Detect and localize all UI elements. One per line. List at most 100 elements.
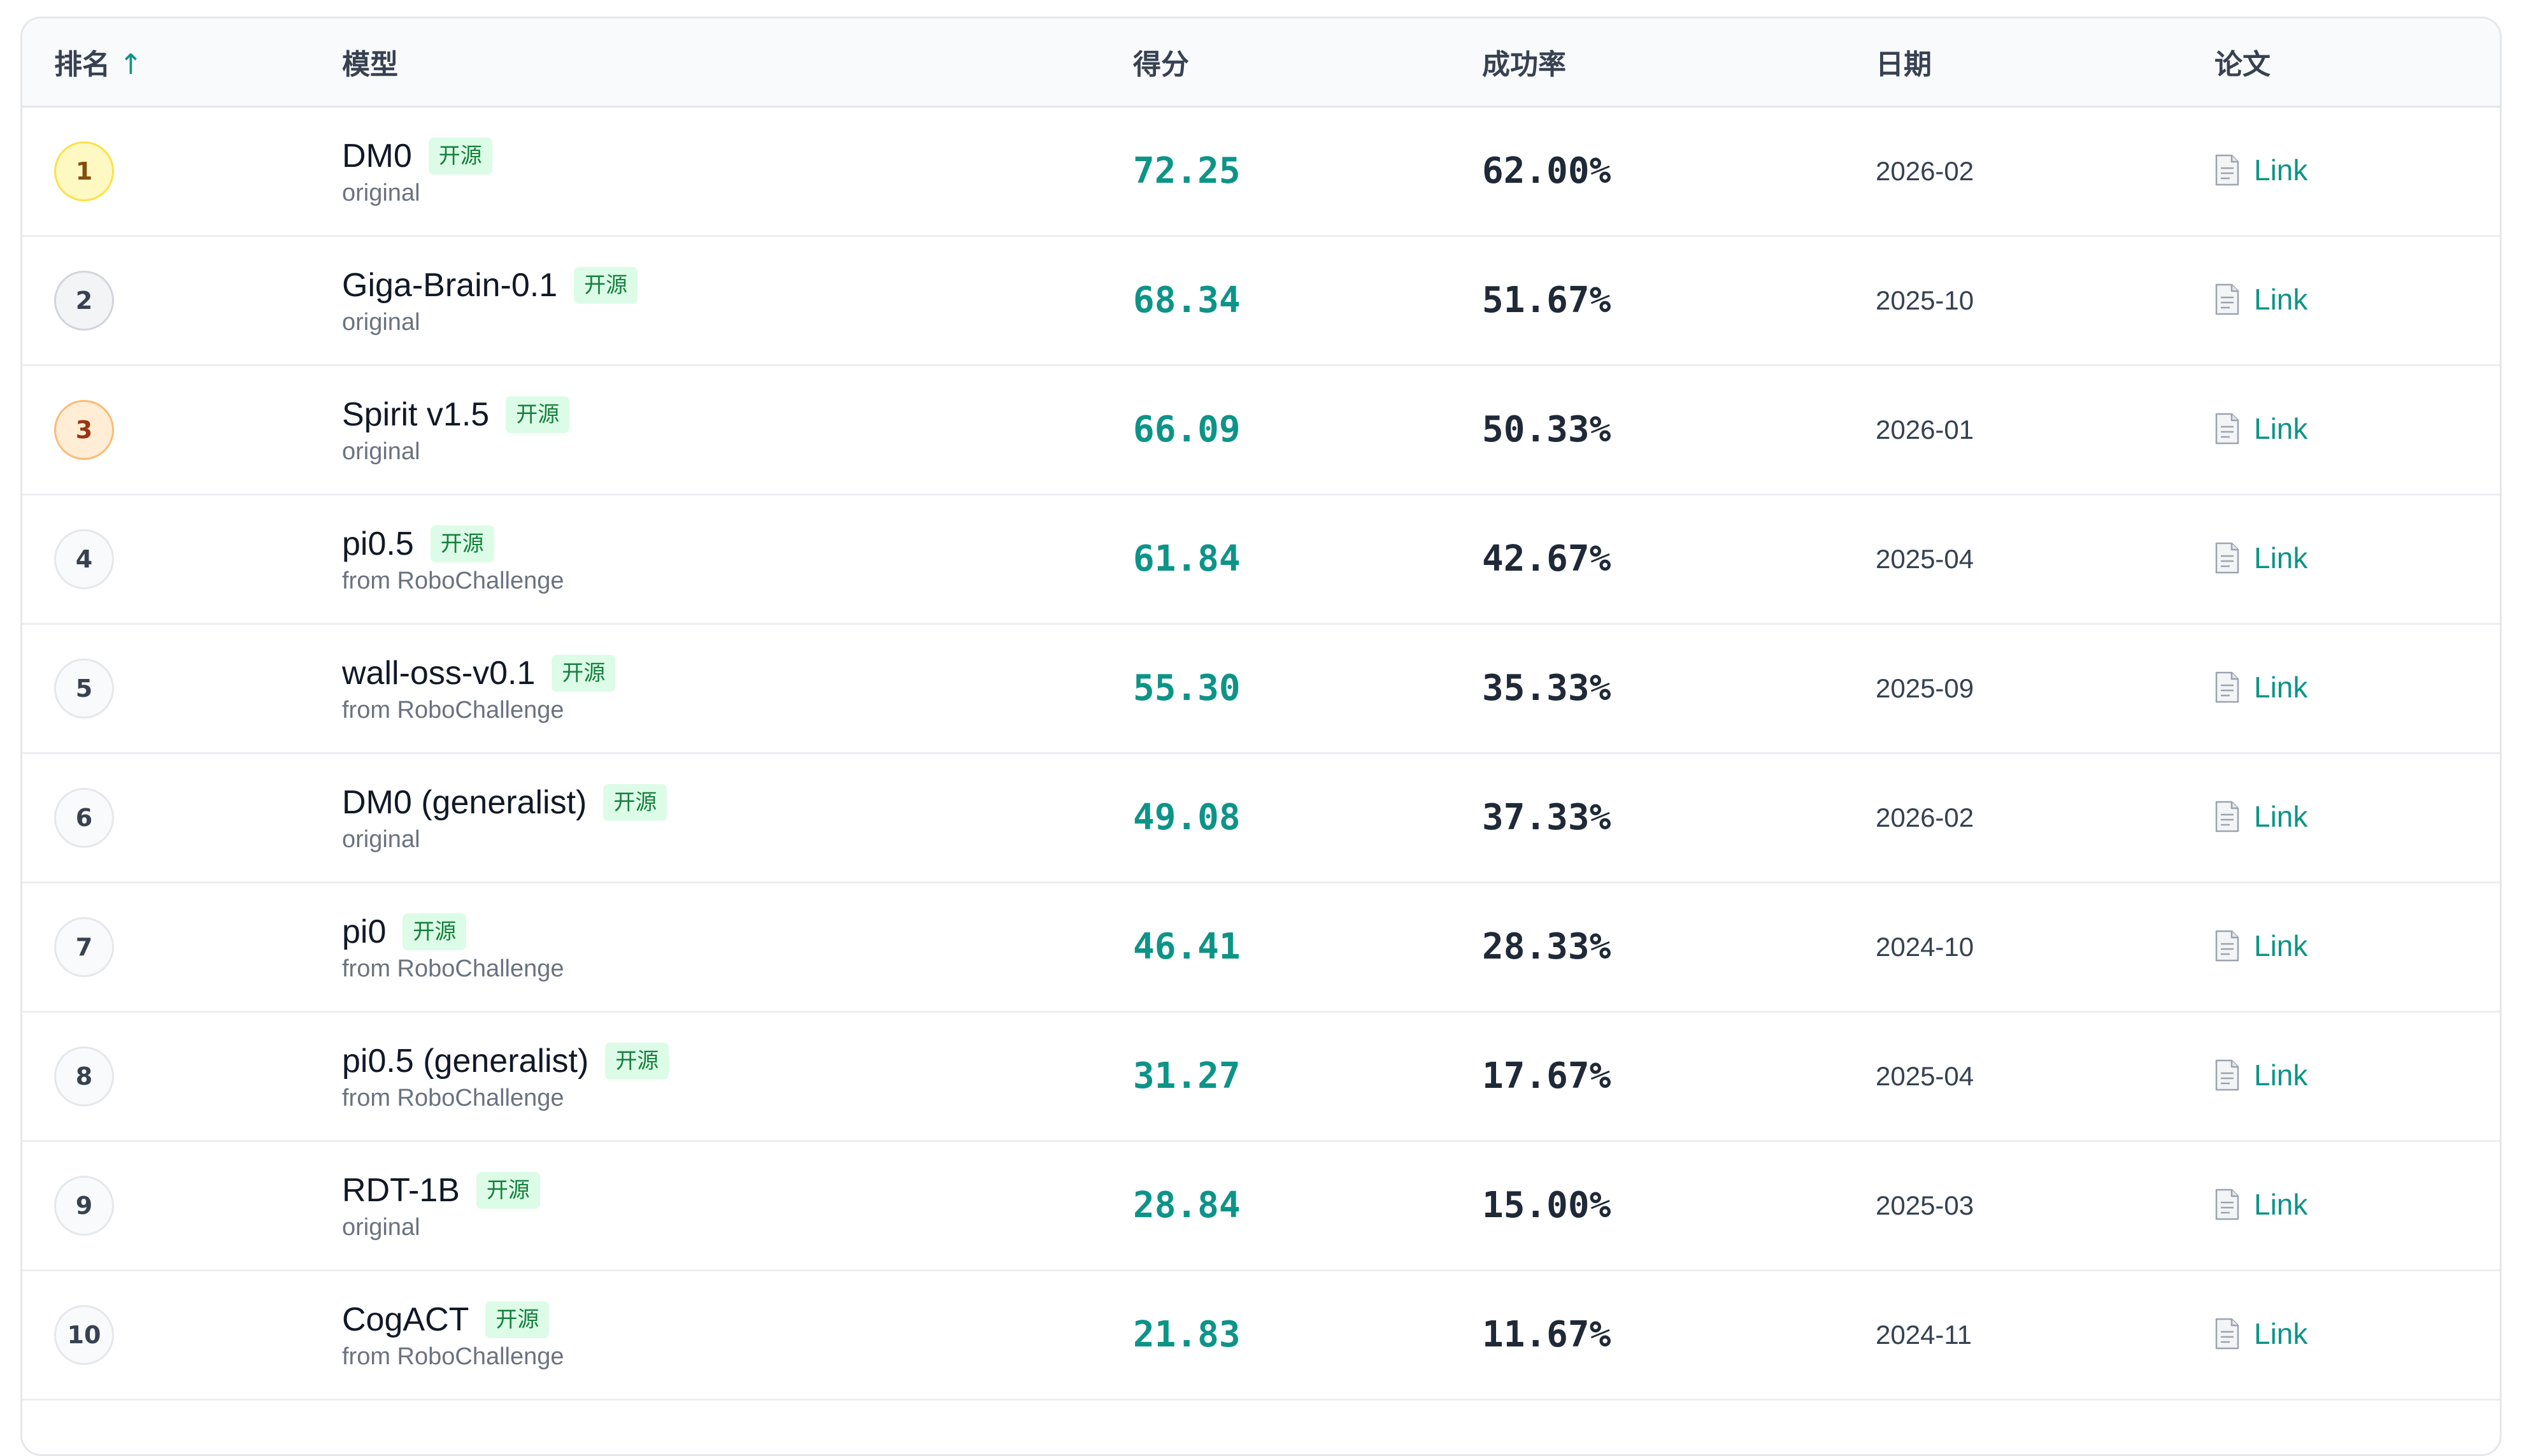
table-row: 7 pi0 开源 from RoboChallenge 46.41 28.33%… bbox=[22, 882, 2500, 1011]
paper-link-label: Link bbox=[2254, 929, 2308, 962]
model-source: original bbox=[342, 180, 420, 206]
table-body: 1 DM0 开源 original 72.25 62.00% 2026-02 L… bbox=[22, 106, 2500, 1399]
score-cell: 55.30 bbox=[1133, 624, 1482, 753]
model-cell: pi0 开源 from RoboChallenge bbox=[342, 882, 1133, 1011]
document-icon bbox=[2215, 930, 2239, 962]
paper-link-label: Link bbox=[2254, 412, 2308, 445]
score-cell: 28.84 bbox=[1133, 1141, 1482, 1270]
paper-cell: Link bbox=[2214, 1011, 2500, 1141]
success-rate-value: 15.00% bbox=[1482, 1185, 1611, 1226]
header-success-rate[interactable]: 成功率 bbox=[1482, 18, 1876, 106]
paper-link[interactable]: Link bbox=[2214, 670, 2307, 704]
model-line: RDT-1B 开源 bbox=[342, 1169, 1133, 1211]
model-source: from RoboChallenge bbox=[342, 1085, 564, 1111]
document-icon bbox=[2215, 1188, 2239, 1220]
success-rate-value: 28.33% bbox=[1482, 926, 1611, 967]
paper-link[interactable]: Link bbox=[2214, 1317, 2307, 1351]
model-source: original bbox=[342, 1214, 420, 1241]
rank-cell: 3 bbox=[22, 365, 342, 494]
model-name: DM0 bbox=[342, 138, 412, 175]
table-row: 3 Spirit v1.5 开源 original 66.09 50.33% 2… bbox=[22, 365, 2500, 494]
model-line: DM0 开源 bbox=[342, 135, 1133, 177]
document-icon bbox=[2215, 1318, 2239, 1350]
paper-link[interactable]: Link bbox=[2214, 799, 2307, 834]
table-row: 8 pi0.5 (generalist) 开源 from RoboChallen… bbox=[22, 1011, 2500, 1141]
header-rank[interactable]: 排名 ↑ bbox=[22, 18, 342, 106]
rank-badge: 4 bbox=[54, 529, 114, 589]
open-source-badge: 开源 bbox=[574, 267, 638, 304]
rank-cell: 5 bbox=[22, 624, 342, 753]
model-line: pi0.5 开源 bbox=[342, 523, 1133, 565]
header-date[interactable]: 日期 bbox=[1876, 18, 2214, 106]
paper-link[interactable]: Link bbox=[2214, 929, 2307, 963]
paper-cell: Link bbox=[2214, 365, 2500, 494]
date-cell: 2024-10 bbox=[1876, 882, 2214, 1011]
model-source: from RoboChallenge bbox=[342, 1343, 564, 1370]
success-rate-cell: 28.33% bbox=[1482, 882, 1876, 1011]
score-value: 66.09 bbox=[1133, 409, 1241, 450]
rank-badge: 2 bbox=[54, 270, 114, 331]
open-source-badge: 开源 bbox=[428, 138, 492, 175]
rank-cell: 7 bbox=[22, 882, 342, 1011]
document-icon bbox=[2215, 542, 2239, 574]
model-line: Spirit v1.5 开源 bbox=[342, 394, 1133, 436]
paper-link[interactable]: Link bbox=[2214, 411, 2307, 446]
model-source: from RoboChallenge bbox=[342, 697, 564, 724]
leaderboard-table: 排名 ↑ 模型 得分 成功率 日期 论文 1 DM0 开源 original 7 2… bbox=[22, 18, 2500, 1401]
table-row: 4 pi0.5 开源 from RoboChallenge 61.84 42.6… bbox=[22, 494, 2500, 624]
model-line: pi0 开源 bbox=[342, 911, 1133, 953]
success-rate-cell: 62.00% bbox=[1482, 106, 1876, 236]
document-icon bbox=[2215, 413, 2239, 445]
date-value: 2024-11 bbox=[1876, 1319, 1972, 1350]
rank-badge: 9 bbox=[54, 1175, 114, 1236]
score-cell: 21.83 bbox=[1133, 1270, 1482, 1399]
date-value: 2025-04 bbox=[1876, 1060, 1974, 1091]
success-rate-cell: 17.67% bbox=[1482, 1011, 1876, 1141]
score-value: 55.30 bbox=[1133, 667, 1241, 709]
header-model[interactable]: 模型 bbox=[342, 18, 1133, 106]
paper-link[interactable]: Link bbox=[2214, 282, 2307, 317]
paper-cell: Link bbox=[2214, 882, 2500, 1011]
open-source-badge: 开源 bbox=[485, 1301, 550, 1338]
success-rate-value: 50.33% bbox=[1482, 409, 1611, 450]
document-icon bbox=[2215, 283, 2239, 315]
model-cell: pi0.5 开源 from RoboChallenge bbox=[342, 494, 1133, 624]
rank-cell: 1 bbox=[22, 106, 342, 236]
model-name: wall-oss-v0.1 bbox=[342, 655, 536, 692]
score-cell: 68.34 bbox=[1133, 236, 1482, 365]
table-row: 9 RDT-1B 开源 original 28.84 15.00% 2025-0… bbox=[22, 1141, 2500, 1270]
paper-link[interactable]: Link bbox=[2214, 1058, 2307, 1092]
rank-badge: 7 bbox=[54, 917, 114, 977]
model-name: Spirit v1.5 bbox=[342, 396, 490, 433]
date-cell: 2026-02 bbox=[1876, 106, 2214, 236]
date-cell: 2025-04 bbox=[1876, 494, 2214, 624]
table-row: 6 DM0 (generalist) 开源 original 49.08 37.… bbox=[22, 753, 2500, 882]
date-value: 2026-01 bbox=[1876, 414, 1974, 445]
model-source: from RoboChallenge bbox=[342, 567, 564, 594]
date-value: 2026-02 bbox=[1876, 802, 1974, 832]
paper-link[interactable]: Link bbox=[2214, 1187, 2307, 1222]
table-row: 5 wall-oss-v0.1 开源 from RoboChallenge 55… bbox=[22, 624, 2500, 753]
open-source-badge: 开源 bbox=[430, 525, 494, 562]
paper-cell: Link bbox=[2214, 106, 2500, 236]
date-value: 2025-09 bbox=[1876, 673, 1974, 703]
header-paper: 论文 bbox=[2214, 48, 2271, 82]
date-value: 2025-04 bbox=[1876, 543, 1974, 574]
score-value: 31.27 bbox=[1133, 1055, 1241, 1097]
header-score[interactable]: 得分 bbox=[1133, 18, 1482, 106]
model-source: original bbox=[342, 826, 420, 853]
score-value: 68.34 bbox=[1133, 280, 1241, 321]
score-cell: 61.84 bbox=[1133, 494, 1482, 624]
paper-cell: Link bbox=[2214, 624, 2500, 753]
rank-cell: 4 bbox=[22, 494, 342, 624]
paper-cell: Link bbox=[2214, 1141, 2500, 1270]
model-name: Giga-Brain-0.1 bbox=[342, 267, 558, 304]
date-value: 2026-02 bbox=[1876, 155, 1974, 186]
paper-link[interactable]: Link bbox=[2214, 541, 2307, 575]
paper-link[interactable]: Link bbox=[2214, 153, 2307, 187]
model-line: Giga-Brain-0.1 开源 bbox=[342, 264, 1133, 306]
model-cell: CogACT 开源 from RoboChallenge bbox=[342, 1270, 1133, 1399]
score-value: 21.83 bbox=[1133, 1314, 1241, 1355]
header-row: 排名 ↑ 模型 得分 成功率 日期 论文 bbox=[22, 18, 2500, 106]
model-name: pi0.5 bbox=[342, 525, 414, 562]
